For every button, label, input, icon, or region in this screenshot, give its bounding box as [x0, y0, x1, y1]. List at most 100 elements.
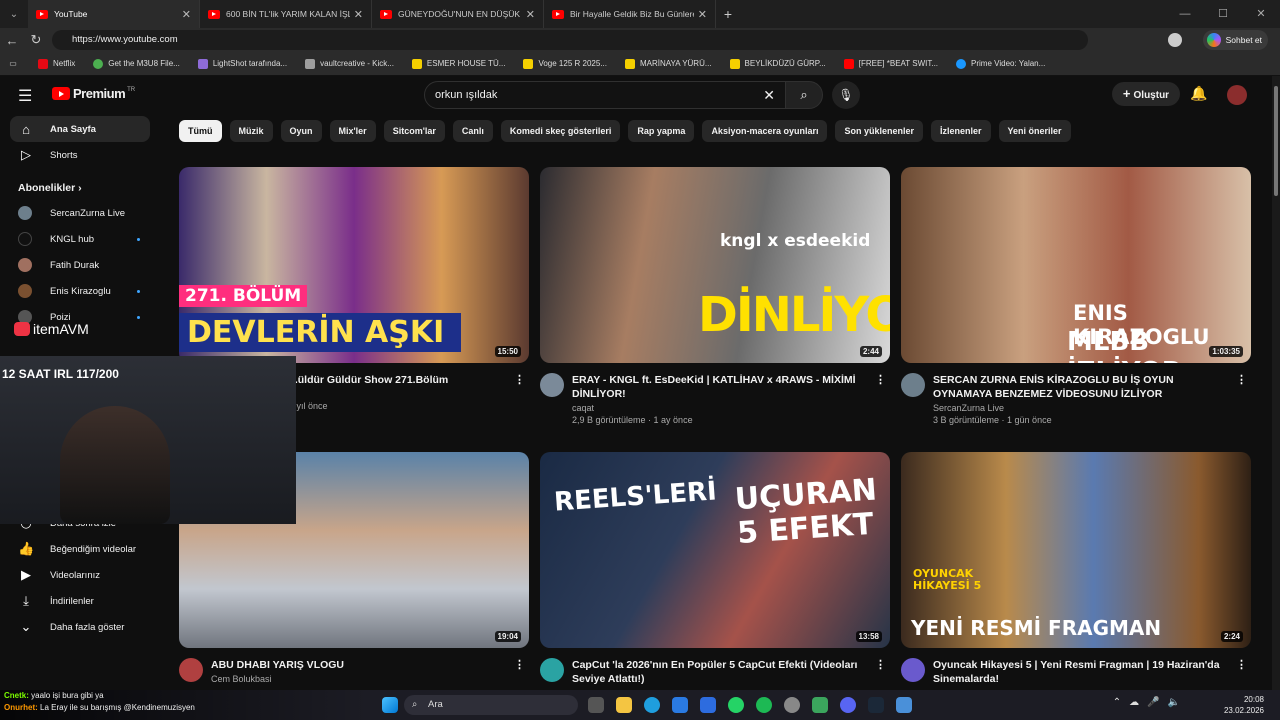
bookmark-esmer-house[interactable]: ESMER HOUSE TÜ... — [411, 58, 505, 69]
video-card[interactable]: kngl x esdeekid DİNLİYOR 2:44 ERAY - KNG… — [540, 167, 890, 425]
sidebar-item-shorts[interactable]: ▷ Shorts — [10, 142, 150, 168]
scrollbar-thumb[interactable] — [1274, 86, 1278, 196]
clear-search-icon[interactable]: ✕ — [763, 82, 775, 108]
tab-video-3[interactable]: Bir Hayalle Geldik Biz Bu Günlere ✕ — [544, 0, 716, 28]
chip-action-adventure[interactable]: Aksiyon-macera oyunları — [702, 120, 828, 142]
video-thumbnail[interactable]: REELS'LERİ UÇURAN 5 EFEKT 13:58 — [540, 452, 890, 648]
bookmark-beat[interactable]: [FREE] *BEAT SWIT... — [843, 58, 938, 69]
app-icon[interactable] — [812, 697, 828, 713]
close-tab-icon[interactable]: ✕ — [698, 8, 707, 21]
create-button[interactable]: + Oluştur — [1112, 82, 1180, 106]
new-tab-icon[interactable]: + — [716, 6, 740, 22]
bookmark-netflix[interactable]: Netflix — [38, 58, 75, 69]
taskbar-search[interactable]: ⌕ Ara — [404, 695, 578, 715]
profile-avatar-icon[interactable] — [1168, 33, 1182, 47]
bookmark-voge[interactable]: Voge 125 R 2025... — [523, 58, 607, 69]
taskbar-clock[interactable]: 20:08 23.02.2026 — [1224, 694, 1264, 716]
video-card[interactable]: REELS'LERİ UÇURAN 5 EFEKT 13:58 CapCut '… — [540, 452, 890, 686]
video-title[interactable]: SERCAN ZURNA ENİS KİRAZOGLU BU İŞ OYUN O… — [933, 373, 1233, 401]
close-tab-icon[interactable]: ✕ — [182, 8, 191, 21]
tab-video-2[interactable]: GÜNEYDOĞU'NUN EN DÜŞÜK PU ✕ — [372, 0, 544, 28]
tab-youtube[interactable]: YouTube ✕ — [28, 0, 200, 28]
bookmark-lightshot[interactable]: LightShot tarafında... — [197, 58, 287, 69]
more-options-icon[interactable]: ⋮ — [1236, 373, 1247, 386]
sidebar-item-downloads[interactable]: ⤓ İndirilenler — [10, 588, 150, 614]
chrome-icon[interactable] — [784, 697, 800, 713]
back-icon[interactable]: ← — [0, 33, 24, 48]
bookmark-marina[interactable]: MARİNAYA YÜRÜ... — [624, 58, 712, 69]
steam-icon[interactable] — [868, 697, 884, 713]
more-options-icon[interactable]: ⋮ — [514, 658, 525, 671]
tab-actions-icon[interactable]: ⌄ — [0, 9, 28, 20]
chip-rap[interactable]: Rap yapma — [628, 120, 695, 142]
chip-games[interactable]: Oyun — [280, 120, 322, 142]
discord-icon[interactable] — [840, 697, 856, 713]
chip-recently-uploaded[interactable]: Son yüklenenler — [835, 120, 924, 142]
chip-live[interactable]: Canlı — [452, 120, 493, 142]
page-scrollbar[interactable] — [1272, 76, 1280, 690]
channel-avatar[interactable] — [901, 658, 925, 682]
channel-avatar[interactable] — [540, 658, 564, 682]
mail-icon[interactable] — [700, 697, 716, 713]
bookmark-m3u8[interactable]: Get the M3U8 File... — [93, 58, 180, 69]
chip-sitcoms[interactable]: Sitcom'lar — [383, 120, 445, 142]
url-field[interactable]: https://www.youtube.com — [52, 30, 1088, 50]
whatsapp-icon[interactable] — [728, 697, 744, 713]
start-icon[interactable] — [382, 697, 398, 713]
video-channel[interactable]: caqat — [572, 403, 872, 413]
sidebar-sub-sercanzurna[interactable]: SercanZurna Live — [10, 200, 150, 226]
subscriptions-heading[interactable]: Abonelikler › — [18, 182, 160, 194]
video-title[interactable]: ERAY - KNGL ft. EsDeeKid | KATLİHAV x 4R… — [572, 373, 872, 401]
more-options-icon[interactable]: ⋮ — [514, 373, 525, 386]
sidebar-sub-kngl[interactable]: KNGL hub — [10, 226, 150, 252]
task-view-icon[interactable] — [588, 697, 604, 713]
chip-music[interactable]: Müzik — [229, 120, 273, 142]
notifications-bell-icon[interactable]: 🔔 — [1190, 85, 1207, 102]
close-window-icon[interactable]: ✕ — [1242, 0, 1280, 28]
video-card[interactable]: ENIS KIRAZOGLU MLBB İZLİYOR 1:03:35 SERC… — [901, 167, 1251, 425]
store-icon[interactable] — [672, 697, 688, 713]
chip-sketch-comedy[interactable]: Komedi skeç gösterileri — [500, 120, 621, 142]
video-title[interactable]: Oyuncak Hikayesi 5 | Yeni Resmi Fragman … — [933, 658, 1233, 686]
file-explorer-icon[interactable] — [616, 697, 632, 713]
video-channel[interactable]: SercanZurna Live — [933, 403, 1233, 413]
chip-all[interactable]: Tümü — [179, 120, 222, 142]
chip-mixes[interactable]: Mix'ler — [329, 120, 376, 142]
more-options-icon[interactable]: ⋮ — [875, 658, 886, 671]
bookmark-toggle-icon[interactable]: ▭ — [0, 59, 26, 68]
voice-search-button[interactable]: 🎙 — [832, 81, 860, 109]
sidebar-item-show-more[interactable]: ⌄ Daha fazla göster — [10, 614, 150, 640]
chip-watched[interactable]: İzlenenler — [931, 120, 991, 142]
sidebar-item-home[interactable]: ⌂ Ana Sayfa — [10, 116, 150, 142]
more-options-icon[interactable]: ⋮ — [875, 373, 886, 386]
bookmark-beylikduzu[interactable]: BEYLİKDÜZÜ GÜRP... — [729, 58, 826, 69]
channel-avatar[interactable] — [901, 373, 925, 397]
youtube-logo[interactable]: Premium TR — [52, 86, 135, 101]
sidebar-sub-fatihdurak[interactable]: Fatih Durak — [10, 252, 150, 278]
bookmark-vaultcreative[interactable]: vaultcreative - Kick... — [305, 58, 394, 69]
maximize-icon[interactable]: ☐ — [1204, 0, 1242, 28]
video-thumbnail[interactable]: 271. BÖLÜM DEVLERİN AŞKI 15:50 — [179, 167, 529, 363]
minimize-icon[interactable]: — — [1166, 0, 1204, 28]
chip-new-to-you[interactable]: Yeni öneriler — [998, 120, 1071, 142]
sidebar-item-liked[interactable]: 👍 Beğendiğim videolar — [10, 536, 150, 562]
system-tray-icons[interactable]: ⌃☁🎤🔈 — [1113, 697, 1188, 708]
search-button[interactable]: ⌕ — [785, 81, 823, 109]
sidebar-sub-enis[interactable]: Enis Kirazoglu — [10, 278, 150, 304]
edge-icon[interactable] — [644, 697, 660, 713]
spotify-icon[interactable] — [756, 697, 772, 713]
app-icon[interactable] — [896, 697, 912, 713]
sidebar-item-your-videos[interactable]: ▶ Videolarınız — [10, 562, 150, 588]
channel-avatar[interactable] — [540, 373, 564, 397]
account-avatar[interactable] — [1227, 85, 1247, 105]
search-input[interactable]: orkun ışıldak ✕ — [424, 81, 786, 109]
reload-icon[interactable]: ↻ — [24, 32, 48, 48]
channel-avatar[interactable] — [179, 658, 203, 682]
tab-video-1[interactable]: 600 BİN TL'lik YARIM KALAN İŞLER ✕ — [200, 0, 372, 28]
video-thumbnail[interactable]: OYUNCAK HİKAYESİ 5 YENİ RESMİ FRAGMAN 2:… — [901, 452, 1251, 648]
video-thumbnail[interactable]: ENIS KIRAZOGLU MLBB İZLİYOR 1:03:35 — [901, 167, 1251, 363]
hamburger-menu-icon[interactable]: ☰ — [18, 86, 32, 106]
sohbet-button[interactable]: Sohbet et — [1202, 30, 1268, 50]
bookmark-prime[interactable]: Prime Video: Yalan... — [956, 58, 1045, 69]
video-title[interactable]: ABU DHABI YARIŞ VLOGU — [211, 658, 511, 672]
